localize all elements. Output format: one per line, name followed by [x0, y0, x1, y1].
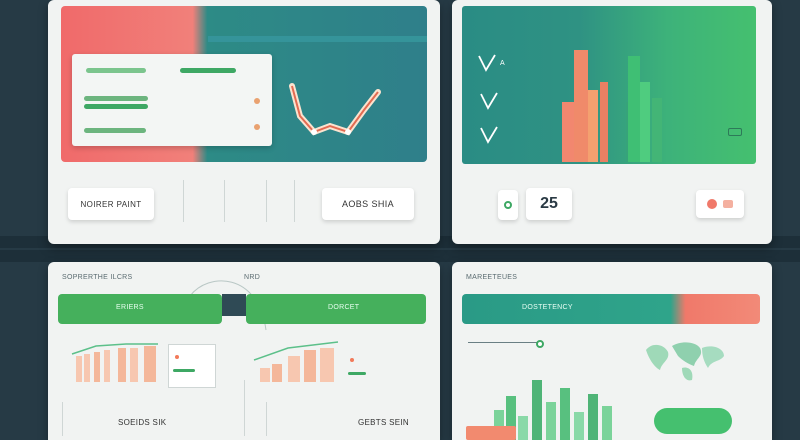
status-dot: [350, 358, 354, 362]
world-map-icon: [646, 342, 724, 381]
chart-bar: [574, 412, 584, 440]
circle-icon: [504, 201, 512, 209]
summary-card-left[interactable]: NOIRER PAINT: [68, 188, 154, 220]
stat-box-left: [168, 344, 216, 388]
chart-bar: [562, 102, 574, 162]
tab-separator: [222, 294, 246, 316]
progress-bar: [84, 104, 148, 109]
action-pill[interactable]: [654, 408, 732, 434]
bars-area: [562, 40, 632, 162]
progress-bar: [86, 68, 146, 73]
chart-bar: [588, 394, 598, 440]
divider: [62, 402, 63, 436]
check-icon: [480, 126, 498, 144]
divider: [266, 180, 267, 222]
status-dot: [175, 355, 179, 359]
inner-form-card: [72, 54, 272, 146]
progress-bar: [173, 369, 195, 372]
divider: [294, 180, 295, 222]
check-icon: [480, 92, 498, 110]
progress-bar: [84, 96, 148, 101]
footer-left-label: SOEIDS SIK: [118, 418, 167, 427]
alert-icon: [723, 200, 733, 208]
chart-bar: [560, 388, 570, 440]
tab-label: DOSTETENCY: [522, 304, 573, 311]
metric-card[interactable]: 25: [526, 188, 572, 220]
chart-bar: [532, 380, 542, 440]
status-dot: [254, 98, 260, 104]
status-dot: [254, 124, 260, 130]
header-teal-strip: [208, 36, 427, 42]
panel-dashboard-top-right: A 25: [452, 0, 772, 244]
alert-card[interactable]: [696, 190, 744, 218]
chart-bar: [518, 416, 528, 440]
panel-title: MAREETEUES: [466, 274, 518, 281]
chart-bar: [628, 56, 640, 162]
summary-card-right[interactable]: AOBS SHIA: [322, 188, 414, 220]
divider: [266, 402, 267, 436]
progress-bar: [180, 68, 236, 73]
chart-bar: [602, 406, 612, 440]
progress-bar: [348, 372, 366, 375]
salmon-band: [466, 426, 516, 440]
panel-title: SOPRERTHE ILCRS: [62, 274, 133, 281]
pointer-line: [468, 342, 542, 343]
mini-card-left[interactable]: [498, 190, 518, 220]
divider: [224, 180, 225, 222]
bars-area-green: [628, 54, 674, 162]
check-label: A: [500, 60, 505, 67]
panel-dashboard-top-left: NOIRER PAINT AOBS SHIA: [48, 0, 440, 244]
alert-icon: [707, 199, 717, 209]
tab-right-label: DORCET: [328, 304, 360, 311]
tab-banner[interactable]: [462, 294, 760, 324]
trend-line-chart: [289, 83, 381, 136]
check-icon: [478, 54, 496, 72]
card-label: AOBS SHIA: [341, 199, 395, 209]
divider: [183, 180, 184, 222]
footer-right-label: GEBTS SEIN: [358, 418, 410, 427]
chart-bar: [574, 50, 588, 162]
divider: [244, 380, 245, 436]
area-chart: [253, 341, 339, 382]
chart-bar: [600, 82, 608, 162]
stat-box-right: [344, 348, 378, 382]
panel-dashboard-bottom-right: MAREETEUES DOSTETENCY: [452, 262, 772, 440]
progress-bar: [84, 128, 146, 133]
chart-bar: [546, 402, 556, 440]
metric-value: 25: [540, 195, 558, 212]
card-label: NOIRER PAINT: [80, 199, 142, 209]
panel-dashboard-bottom-left: SOPRERTHE ILCRS NRD ERIERS DORCET SOEIDS: [48, 262, 440, 440]
side-slot: [728, 128, 742, 136]
tab-left-label: ERIERS: [116, 304, 144, 311]
chart-bar: [652, 98, 662, 162]
chart-bar: [588, 90, 598, 162]
pointer-marker: [536, 340, 544, 348]
area-chart: [71, 343, 158, 382]
chart-bar: [640, 82, 650, 162]
